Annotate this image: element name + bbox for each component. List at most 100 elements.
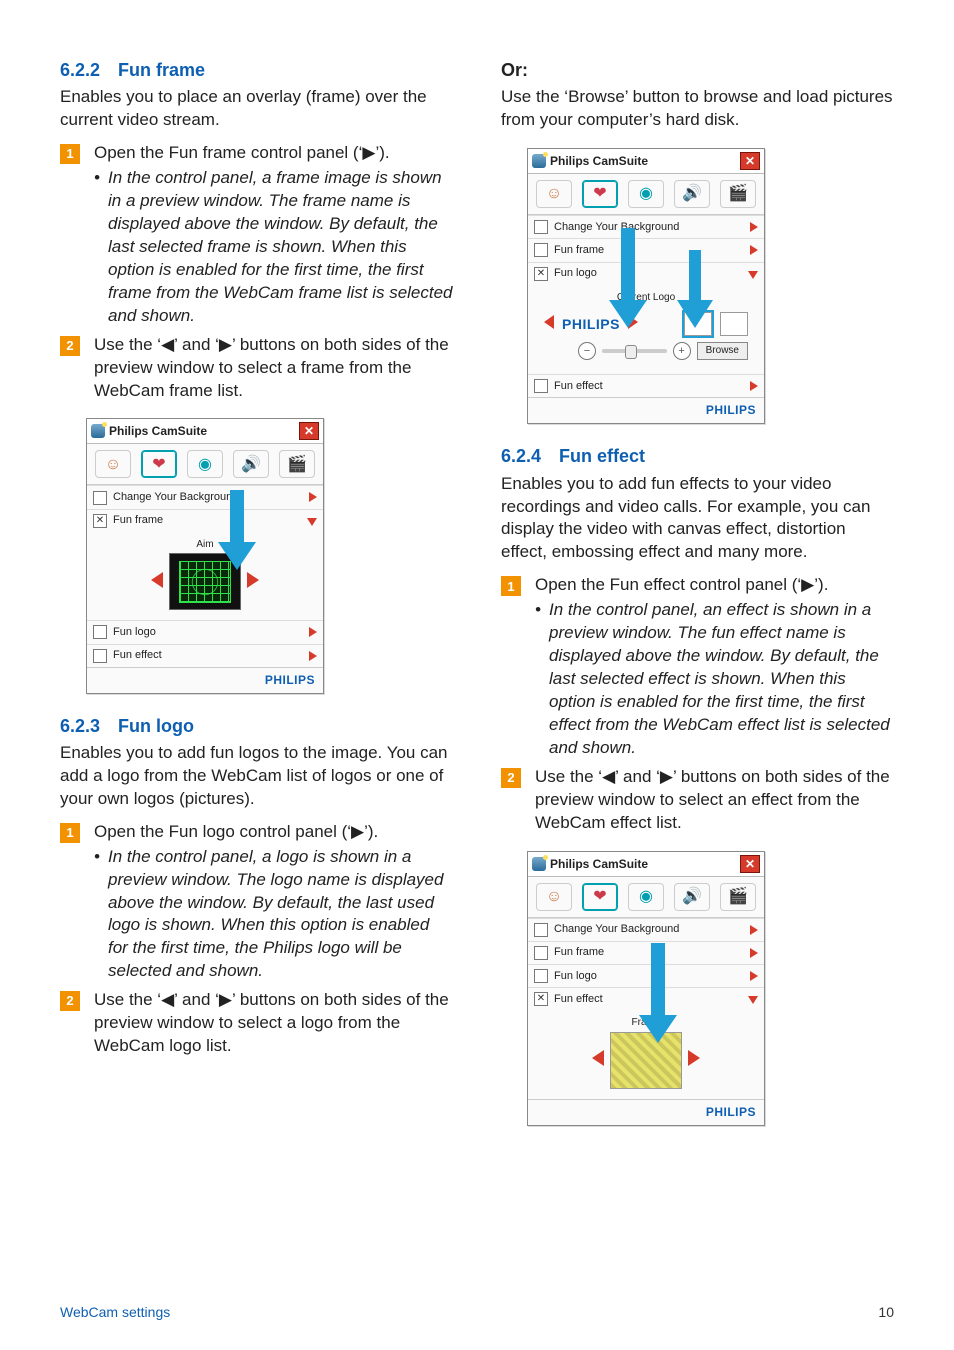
- chevron-right-icon[interactable]: [750, 922, 758, 938]
- step-622-2: 2 Use the ‘◀’ and ‘▶’ buttons on both si…: [60, 334, 453, 403]
- panel-title: Philips CamSuite: [532, 153, 648, 169]
- tab-fun-icon[interactable]: ❤: [582, 180, 618, 208]
- tab-clapper-icon[interactable]: 🎬: [720, 883, 756, 911]
- row-fun-frame[interactable]: Fun frame: [87, 509, 323, 532]
- prev-logo-icon[interactable]: [544, 315, 554, 333]
- tab-clapper-icon[interactable]: 🎬: [720, 180, 756, 208]
- chevron-right-icon[interactable]: [750, 968, 758, 984]
- tab-audio-icon[interactable]: 🔊: [674, 883, 710, 911]
- step-badge-2: 2: [501, 768, 521, 788]
- panel-tabs: ☺ ❤ ◉ 🔊 🎬: [528, 877, 764, 918]
- tab-image-icon[interactable]: ◉: [628, 180, 664, 208]
- tab-fun-icon[interactable]: ❤: [582, 883, 618, 911]
- preview-title: Frame: [536, 1016, 756, 1030]
- frame-preview: [169, 553, 241, 610]
- tab-audio-icon[interactable]: 🔊: [674, 180, 710, 208]
- or-text: Use the ‘Browse’ button to browse and lo…: [501, 86, 894, 132]
- prev-effect-icon[interactable]: [592, 1050, 604, 1070]
- row-change-bg[interactable]: Change Your Background: [528, 215, 764, 238]
- chevron-right-icon[interactable]: [750, 945, 758, 961]
- tab-face-icon[interactable]: ☺: [536, 883, 572, 911]
- row-fun-effect[interactable]: Fun effect: [87, 644, 323, 667]
- tab-face-icon[interactable]: ☺: [536, 180, 572, 208]
- tab-fun-icon[interactable]: ❤: [141, 450, 177, 478]
- funframe-expand: Aim: [87, 532, 323, 621]
- row-fun-frame[interactable]: Fun frame: [528, 941, 764, 964]
- step-badge-1: 1: [60, 823, 80, 843]
- camsuite-icon: [532, 154, 546, 168]
- close-icon[interactable]: ✕: [299, 422, 319, 440]
- tab-image-icon[interactable]: ◉: [628, 883, 664, 911]
- chevron-down-icon[interactable]: [307, 513, 317, 529]
- position-thumb[interactable]: [720, 312, 748, 336]
- checkbox[interactable]: [534, 243, 548, 257]
- checkbox[interactable]: [93, 649, 107, 663]
- checkbox[interactable]: [534, 923, 548, 937]
- tab-face-icon[interactable]: ☺: [95, 450, 131, 478]
- row-fun-frame[interactable]: Fun frame: [528, 238, 764, 261]
- checkbox[interactable]: [534, 379, 548, 393]
- close-icon[interactable]: ✕: [740, 152, 760, 170]
- close-icon[interactable]: ✕: [740, 855, 760, 873]
- camsuite-icon: [91, 424, 105, 438]
- camsuite-panel-funlogo: Philips CamSuite ✕ ☺ ❤ ◉ 🔊 🎬 Change Your…: [527, 148, 765, 424]
- preview-title: Current Logo: [536, 291, 756, 305]
- step-badge-2: 2: [60, 991, 80, 1011]
- browse-button[interactable]: Browse: [697, 342, 748, 360]
- tab-clapper-icon[interactable]: 🎬: [279, 450, 315, 478]
- row-fun-logo[interactable]: Fun logo: [528, 964, 764, 987]
- heading-or: Or:: [501, 58, 894, 82]
- step-text: Use the ‘◀’ and ‘▶’ buttons on both side…: [535, 767, 890, 832]
- step-622-1: 1 Open the Fun frame control panel (‘▶’)…: [60, 142, 453, 328]
- brand-label: PHILIPS: [706, 403, 756, 417]
- next-frame-icon[interactable]: [247, 572, 259, 592]
- size-slider[interactable]: [602, 349, 667, 353]
- logo-preview: PHILIPS: [562, 315, 620, 334]
- intro-623: Enables you to add fun logos to the imag…: [60, 742, 453, 811]
- panel-tabs: ☺ ❤ ◉ 🔊 🎬: [528, 174, 764, 215]
- step-623-2: 2 Use the ‘◀’ and ‘▶’ buttons on both si…: [60, 989, 453, 1058]
- step-624-1: 1 Open the Fun effect control panel (‘▶’…: [501, 574, 894, 760]
- row-fun-effect[interactable]: Fun effect: [528, 987, 764, 1010]
- step-badge-1: 1: [60, 144, 80, 164]
- effect-preview: [610, 1032, 682, 1089]
- chevron-right-icon[interactable]: [309, 489, 317, 505]
- checkbox-checked[interactable]: [534, 267, 548, 281]
- checkbox-checked[interactable]: [93, 514, 107, 528]
- position-thumb[interactable]: [684, 312, 712, 336]
- page-number: 10: [878, 1303, 894, 1322]
- step-bullet: In the control panel, a frame image is s…: [94, 167, 453, 328]
- checkbox-checked[interactable]: [534, 992, 548, 1006]
- next-effect-icon[interactable]: [688, 1050, 700, 1070]
- tab-image-icon[interactable]: ◉: [187, 450, 223, 478]
- checkbox[interactable]: [93, 491, 107, 505]
- row-fun-logo[interactable]: Fun logo: [528, 262, 764, 285]
- chevron-right-icon[interactable]: [750, 219, 758, 235]
- chevron-down-icon[interactable]: [748, 991, 758, 1007]
- chevron-right-icon[interactable]: [750, 378, 758, 394]
- panel-title: Philips CamSuite: [532, 856, 648, 872]
- plus-icon[interactable]: +: [673, 342, 691, 360]
- chevron-right-icon[interactable]: [750, 242, 758, 258]
- step-badge-1: 1: [501, 576, 521, 596]
- checkbox[interactable]: [534, 220, 548, 234]
- step-badge-2: 2: [60, 336, 80, 356]
- row-fun-logo[interactable]: Fun logo: [87, 620, 323, 643]
- chevron-down-icon[interactable]: [748, 266, 758, 282]
- tab-audio-icon[interactable]: 🔊: [233, 450, 269, 478]
- row-change-bg[interactable]: Change Your Background: [87, 485, 323, 508]
- minus-icon[interactable]: −: [578, 342, 596, 360]
- chevron-right-icon[interactable]: [309, 624, 317, 640]
- row-fun-effect[interactable]: Fun effect: [528, 374, 764, 397]
- funeffect-expand: Frame: [528, 1010, 764, 1099]
- footer-section: WebCam settings: [60, 1303, 170, 1322]
- step-text: Use the ‘◀’ and ‘▶’ buttons on both side…: [94, 990, 449, 1055]
- checkbox[interactable]: [93, 625, 107, 639]
- chevron-right-icon[interactable]: [309, 648, 317, 664]
- next-logo-icon[interactable]: [628, 315, 638, 333]
- prev-frame-icon[interactable]: [151, 572, 163, 592]
- checkbox[interactable]: [534, 946, 548, 960]
- row-change-bg[interactable]: Change Your Background: [528, 918, 764, 941]
- checkbox[interactable]: [534, 969, 548, 983]
- step-bullet: In the control panel, an effect is shown…: [535, 599, 894, 760]
